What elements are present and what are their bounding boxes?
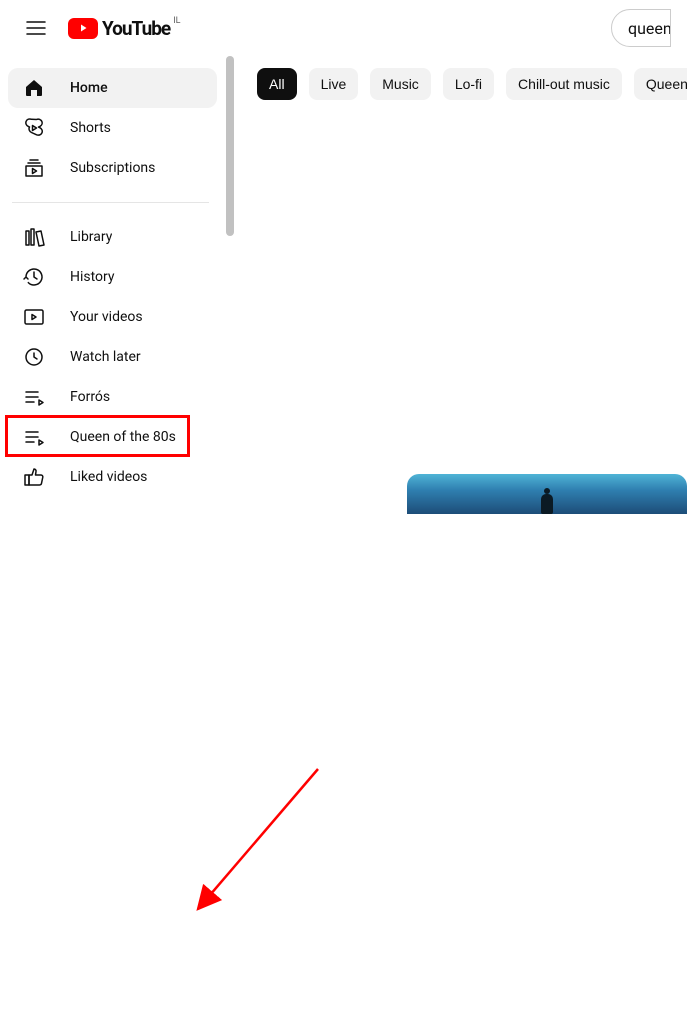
sidebar-item-label: Forrós bbox=[70, 389, 110, 405]
sidebar-item-liked-videos[interactable]: Liked videos bbox=[8, 457, 217, 497]
sidebar-item-label: History bbox=[70, 269, 115, 285]
sidebar-item-history[interactable]: History bbox=[8, 257, 217, 297]
liked-icon bbox=[22, 465, 46, 489]
sidebar-item-label: Liked videos bbox=[70, 469, 147, 485]
filter-chips: All Live Music Lo-fi Chill-out music Queen bbox=[257, 68, 687, 100]
header: YouTube IL queen bbox=[0, 0, 687, 56]
sidebar-item-label: Home bbox=[70, 80, 108, 96]
search-value: queen bbox=[628, 19, 671, 38]
thumbnail-image bbox=[541, 494, 553, 514]
sidebar-item-shorts[interactable]: Shorts bbox=[8, 108, 217, 148]
scrollbar-thumb[interactable] bbox=[226, 56, 234, 236]
sidebar-item-home[interactable]: Home bbox=[8, 68, 217, 108]
sidebar-item-library[interactable]: Library bbox=[8, 217, 217, 257]
your-videos-icon bbox=[22, 305, 46, 329]
annotation-arrow bbox=[0, 514, 687, 1028]
chip-music[interactable]: Music bbox=[370, 68, 431, 100]
search-input[interactable]: queen bbox=[611, 9, 671, 47]
sidebar-item-watch-later[interactable]: Watch later bbox=[8, 337, 217, 377]
chip-live[interactable]: Live bbox=[309, 68, 359, 100]
watch-later-icon bbox=[22, 345, 46, 369]
sidebar-item-label: Your videos bbox=[70, 309, 143, 325]
sidebar-item-label: Watch later bbox=[70, 349, 141, 365]
subscriptions-icon bbox=[22, 156, 46, 180]
sidebar-item-forr-s[interactable]: Forrós bbox=[8, 377, 217, 417]
chip-lo-fi[interactable]: Lo-fi bbox=[443, 68, 494, 100]
hamburger-icon bbox=[24, 16, 48, 40]
youtube-play-icon bbox=[68, 18, 98, 39]
logo-region: IL bbox=[173, 16, 180, 26]
chip-chill-out-music[interactable]: Chill-out music bbox=[506, 68, 622, 100]
sidebar-scrollbar[interactable] bbox=[225, 56, 235, 514]
logo-text: YouTube bbox=[102, 17, 170, 40]
chip-queen[interactable]: Queen bbox=[634, 68, 687, 100]
chip-all[interactable]: All bbox=[257, 68, 297, 100]
sidebar-item-your-videos[interactable]: Your videos bbox=[8, 297, 217, 337]
sidebar-item-label: Subscriptions bbox=[70, 160, 155, 176]
history-icon bbox=[22, 265, 46, 289]
youtube-logo[interactable]: YouTube IL bbox=[68, 17, 178, 40]
sidebar: Home Shorts Subscriptions Library History Yo… bbox=[0, 56, 225, 514]
playlist-icon bbox=[22, 425, 46, 449]
playlist-icon bbox=[22, 385, 46, 409]
sidebar-item-subscriptions[interactable]: Subscriptions bbox=[8, 148, 217, 188]
shorts-icon bbox=[22, 116, 46, 140]
sidebar-item-label: Library bbox=[70, 229, 112, 245]
home-icon bbox=[22, 76, 46, 100]
sidebar-divider bbox=[12, 202, 209, 203]
main-content: All Live Music Lo-fi Chill-out music Queen bbox=[235, 56, 687, 514]
sidebar-item-queen-of-the-80s[interactable]: Queen of the 80s bbox=[8, 417, 217, 457]
sidebar-item-label: Shorts bbox=[70, 120, 111, 136]
library-icon bbox=[22, 225, 46, 249]
video-thumbnail[interactable] bbox=[407, 474, 687, 514]
sidebar-item-label: Queen of the 80s bbox=[70, 429, 176, 445]
hamburger-menu-button[interactable] bbox=[16, 8, 56, 48]
